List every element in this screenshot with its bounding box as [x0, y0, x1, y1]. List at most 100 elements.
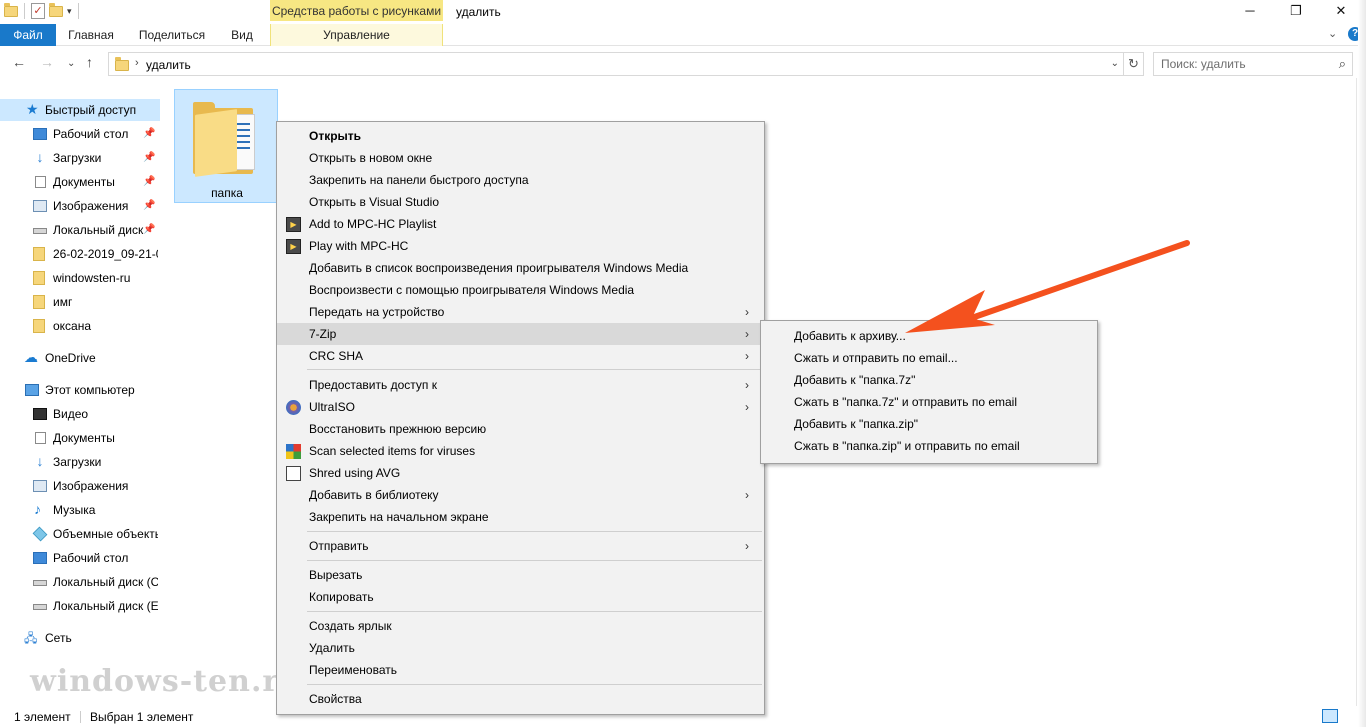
sidebar-item-label: Загрузки — [53, 151, 102, 165]
menu-item-cut[interactable]: Вырезать — [277, 564, 764, 586]
address-path[interactable]: удалить — [146, 58, 191, 72]
collapse-ribbon-icon[interactable]: ⌄ — [1328, 27, 1337, 40]
sidebar-item-network[interactable]: 🖧 Сеть — [0, 627, 158, 649]
menu-item-give-access[interactable]: Предоставить доступ к › — [277, 374, 764, 396]
menu-item-delete[interactable]: Удалить — [277, 637, 764, 659]
submenu-item-compress-7z-email[interactable]: Сжать в "папка.7z" и отправить по email — [761, 391, 1097, 413]
menu-item-pin-start[interactable]: Закрепить на начальном экране — [277, 506, 764, 528]
sidebar-item-label: OneDrive — [45, 351, 96, 365]
submenu-item-add-to-archive[interactable]: Добавить к архиву... — [761, 325, 1097, 347]
tab-view[interactable]: Вид — [224, 24, 260, 46]
menu-item-add-wmp-list[interactable]: Добавить в список воспроизведения проигр… — [277, 257, 764, 279]
properties-icon[interactable]: ✓ — [31, 3, 45, 19]
submenu-item-compress-zip-email[interactable]: Сжать в "папка.zip" и отправить по email — [761, 435, 1097, 457]
sidebar-item-downloads[interactable]: ↓ Загрузки — [0, 451, 158, 473]
mpc-icon: ▶ — [286, 217, 301, 232]
shredder-icon — [286, 466, 301, 481]
menu-item-play-wmp[interactable]: Воспроизвести с помощью проигрывателя Wi… — [277, 279, 764, 301]
submenu-item-compress-email[interactable]: Сжать и отправить по email... — [761, 347, 1097, 369]
scroll-edge — [1356, 78, 1357, 706]
menu-item-cast-to-device[interactable]: Передать на устройство › — [277, 301, 764, 323]
menu-item-add-library[interactable]: Добавить в библиотеку › — [277, 484, 764, 506]
window-edge — [1358, 0, 1366, 727]
folder-icon — [33, 295, 45, 309]
menu-item-pin-quick-access[interactable]: Закрепить на панели быстрого доступа — [277, 169, 764, 191]
avg-icon — [286, 444, 301, 459]
sidebar-item-folder[interactable]: имг — [0, 291, 158, 313]
tab-manage[interactable]: Управление — [270, 24, 443, 46]
navigation-bar: ← → ⌄ ↑ › удалить ⌄ ↻ ⌕ — [0, 50, 1366, 78]
menu-item-open-new-window[interactable]: Открыть в новом окне — [277, 147, 764, 169]
details-view-icon[interactable] — [1322, 709, 1338, 723]
menu-item-label: Отправить — [309, 539, 369, 553]
sidebar-item-desktop[interactable]: Рабочий стол 📌 — [0, 123, 158, 145]
menu-item-label: Передать на устройство — [309, 305, 445, 319]
menu-item-send-to[interactable]: Отправить › — [277, 535, 764, 557]
menu-divider — [307, 560, 762, 561]
menu-item-add-mpc-playlist[interactable]: ▶ Add to MPC-HC Playlist — [277, 213, 764, 235]
tab-home[interactable]: Главная — [62, 24, 120, 46]
refresh-button[interactable]: ↻ — [1124, 52, 1144, 76]
sidebar-item-downloads[interactable]: ↓ Загрузки 📌 — [0, 147, 158, 169]
chevron-right-icon[interactable]: › — [135, 57, 139, 69]
sidebar-item-onedrive[interactable]: ☁ OneDrive — [0, 347, 158, 369]
picture-icon — [33, 480, 47, 492]
menu-item-crc-sha[interactable]: CRC SHA › — [277, 345, 764, 367]
submenu-item-add-zip[interactable]: Добавить к "папка.zip" — [761, 413, 1097, 435]
menu-item-scan-viruses[interactable]: Scan selected items for viruses — [277, 440, 764, 462]
customize-toolbar-icon[interactable]: ▾ — [67, 6, 72, 17]
pin-icon: 📌 — [143, 224, 156, 235]
tab-file[interactable]: Файл — [0, 24, 56, 46]
back-arrow-icon[interactable]: ← — [12, 54, 26, 70]
menu-divider — [307, 611, 762, 612]
search-box[interactable]: ⌕ — [1153, 52, 1353, 76]
menu-item-open[interactable]: Открыть — [277, 125, 764, 147]
tab-share[interactable]: Поделиться — [132, 24, 212, 46]
sidebar-item-label: windowsten-ru — [53, 271, 131, 285]
menu-item-shred-avg[interactable]: Shred using AVG — [277, 462, 764, 484]
sidebar-item-folder[interactable]: 26-02-2019_09-21-0 — [0, 243, 158, 265]
sidebar-item-folder[interactable]: оксана — [0, 315, 158, 337]
document-icon — [35, 432, 46, 444]
minimize-button[interactable]: ─ — [1227, 0, 1273, 24]
sidebar-item-documents[interactable]: Документы 📌 — [0, 171, 158, 193]
sidebar-item-pictures[interactable]: Изображения 📌 — [0, 195, 158, 217]
menu-item-rename[interactable]: Переименовать — [277, 659, 764, 681]
forward-arrow-icon[interactable]: → — [40, 54, 54, 70]
picture-icon — [33, 200, 47, 212]
sidebar-item-quick-access[interactable]: ★ Быстрый доступ — [0, 99, 160, 121]
menu-item-label: Добавить в библиотеку — [309, 488, 439, 502]
recent-locations-icon[interactable]: ⌄ — [67, 58, 75, 69]
sidebar-item-3d-objects[interactable]: Объемные объекты — [0, 523, 158, 545]
sidebar-item-music[interactable]: ♪ Музыка — [0, 499, 158, 521]
sidebar-item-videos[interactable]: Видео — [0, 403, 158, 425]
maximize-button[interactable]: ❐ — [1273, 0, 1319, 24]
search-input[interactable] — [1154, 53, 1330, 75]
sidebar-item-drive-c[interactable]: Локальный диск (C — [0, 571, 158, 593]
sidebar-item-folder[interactable]: windowsten-ru — [0, 267, 158, 289]
sidebar-item-label: Локальный диск (E — [53, 599, 158, 613]
folder-item[interactable]: папка — [174, 89, 278, 203]
menu-item-open-visual-studio[interactable]: Открыть в Visual Studio — [277, 191, 764, 213]
menu-item-copy[interactable]: Копировать — [277, 586, 764, 608]
menu-item-7zip[interactable]: 7-Zip › — [277, 323, 764, 345]
submenu-item-add-7z[interactable]: Добавить к "папка.7z" — [761, 369, 1097, 391]
sidebar-item-desktop[interactable]: Рабочий стол — [0, 547, 158, 569]
sidebar-item-this-pc[interactable]: Этот компьютер — [0, 379, 158, 401]
new-folder-icon[interactable] — [49, 2, 63, 17]
sidebar-item-label: Локальный диск (C — [53, 575, 158, 589]
sidebar-item-pictures[interactable]: Изображения — [0, 475, 158, 497]
up-arrow-icon[interactable]: ↑ — [86, 54, 93, 70]
menu-item-create-shortcut[interactable]: Создать ярлык — [277, 615, 764, 637]
chevron-down-icon[interactable]: ⌄ — [1111, 58, 1119, 69]
address-bar[interactable]: › удалить ⌄ — [108, 52, 1124, 76]
sidebar-item-local-disk[interactable]: Локальный диск 📌 — [0, 219, 158, 241]
menu-item-ultraiso[interactable]: UltraISO › — [277, 396, 764, 418]
download-icon: ↓ — [36, 453, 44, 469]
sidebar-item-documents[interactable]: Документы — [0, 427, 158, 449]
menu-item-play-mpc[interactable]: ▶ Play with MPC-HC — [277, 235, 764, 257]
search-icon[interactable]: ⌕ — [1339, 56, 1346, 72]
sidebar-item-drive-e[interactable]: Локальный диск (E — [0, 595, 158, 617]
7zip-submenu: Добавить к архиву... Сжать и отправить п… — [760, 320, 1098, 464]
menu-item-restore-version[interactable]: Восстановить прежнюю версию — [277, 418, 764, 440]
